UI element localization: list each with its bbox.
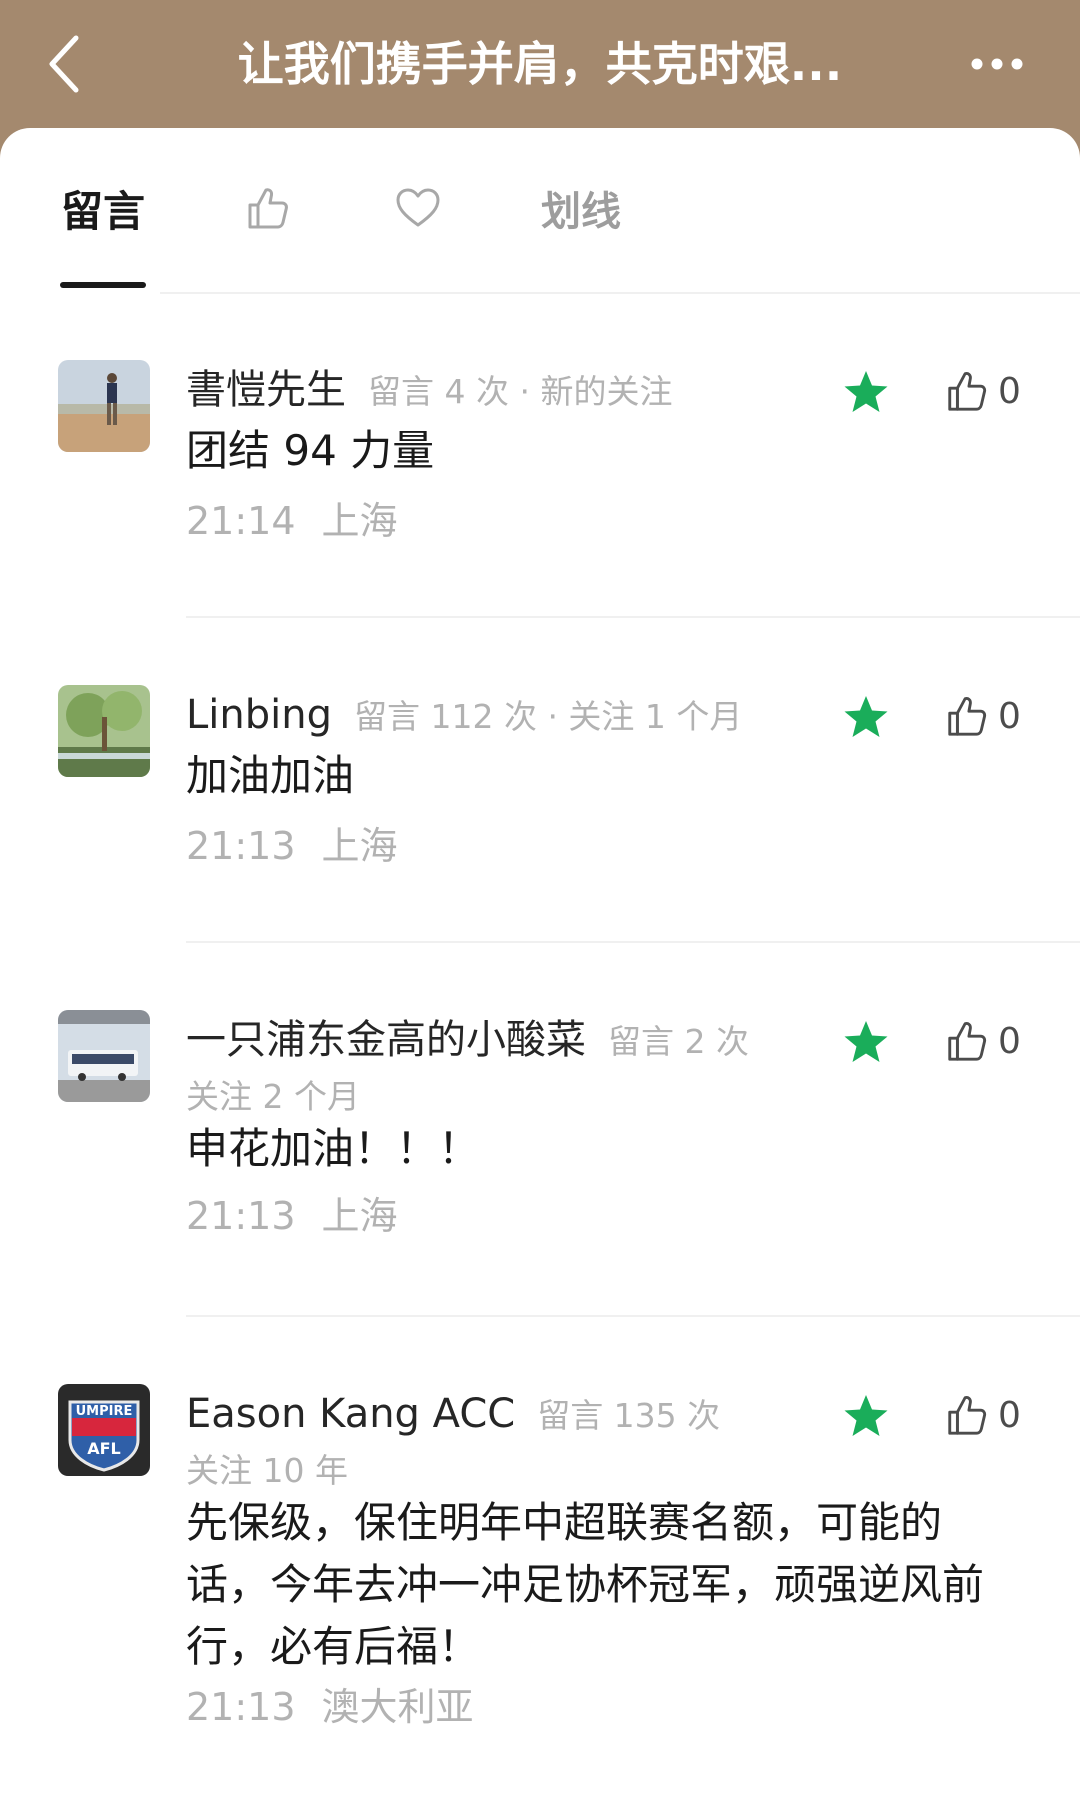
avatar[interactable]: [58, 1010, 150, 1102]
more-button[interactable]: [962, 42, 1032, 86]
divider: [186, 1315, 1080, 1317]
like-count: 0: [998, 1394, 1021, 1436]
comment-text: 申花加油！！！: [186, 1124, 481, 1173]
tab-favorites[interactable]: [386, 176, 450, 240]
avatar[interactable]: UMPIRE AFL: [58, 1384, 150, 1476]
avatar[interactable]: [58, 360, 150, 452]
like-button[interactable]: 0: [944, 1016, 1021, 1066]
active-tab-indicator: [60, 282, 146, 288]
featured-star[interactable]: [842, 693, 890, 741]
chevron-left-icon: [49, 35, 79, 93]
comment-location: 上海: [321, 1194, 398, 1238]
featured-star[interactable]: [842, 368, 890, 416]
commenter-meta: 留言 112 次 · 关注 1 个月: [354, 697, 743, 736]
comment-time: 21:13: [186, 1194, 296, 1238]
commenter-meta: 留言 135 次: [537, 1396, 721, 1435]
commenter-follow-duration: 关注 10 年: [186, 1451, 348, 1490]
like-button[interactable]: 0: [944, 1390, 1021, 1440]
heart-icon: [396, 188, 440, 227]
commenter-meta: 留言 4 次 · 新的关注: [368, 372, 673, 411]
featured-star[interactable]: [842, 1018, 890, 1066]
commenter-name[interactable]: 書愷先生: [186, 367, 346, 413]
commenter-name[interactable]: 一只浦东金高的小酸菜: [186, 1017, 586, 1063]
comment-time: 21:13: [186, 824, 296, 868]
like-count: 0: [998, 370, 1021, 412]
more-dots-icon: [971, 58, 1023, 70]
comment-location: 上海: [321, 824, 398, 868]
tab-bar: 留言 划线: [0, 128, 1080, 290]
star-icon: [844, 1021, 888, 1062]
divider: [186, 941, 1080, 943]
article-title: 让我们携手并肩，共克时艰...: [237, 37, 843, 91]
commenter-meta: 留言 2 次: [608, 1022, 749, 1061]
svg-text:AFL: AFL: [87, 1439, 121, 1458]
star-icon: [844, 371, 888, 412]
tab-highlights[interactable]: 划线: [536, 176, 626, 240]
thumbs-up-icon: [948, 1022, 987, 1061]
top-bar: 让我们携手并肩，共克时艰...: [0, 0, 1080, 128]
like-button[interactable]: 0: [944, 691, 1021, 741]
comment-text: 先保级，保住明年中超联赛名额，可能的话，今年去冲一冲足协杯冠军，顽强逆风前行，必…: [186, 1498, 985, 1671]
commenter-name[interactable]: Eason Kang ACC: [186, 1391, 515, 1437]
commenter-name[interactable]: Linbing: [186, 692, 332, 738]
comment-text: 团结 94 力量: [186, 426, 435, 475]
thumbs-up-icon: [248, 188, 288, 229]
commenter-follow-duration: 关注 2 个月: [186, 1077, 360, 1116]
tab-comments[interactable]: 留言: [58, 176, 148, 240]
thumbs-up-icon: [948, 697, 987, 736]
divider: [186, 616, 1080, 618]
avatar[interactable]: [58, 685, 150, 777]
thumbs-up-icon: [948, 372, 987, 411]
star-icon: [844, 1395, 888, 1436]
back-button[interactable]: [30, 22, 102, 106]
tab-likes[interactable]: [236, 176, 300, 240]
svg-text:UMPIRE: UMPIRE: [76, 1404, 133, 1419]
comment-time: 21:14: [186, 499, 296, 543]
like-count: 0: [998, 1020, 1021, 1062]
star-icon: [844, 696, 888, 737]
comment-location: 澳大利亚: [321, 1685, 474, 1729]
like-count: 0: [998, 695, 1021, 737]
comment-text: 加油加油: [186, 751, 355, 800]
like-button[interactable]: 0: [944, 366, 1021, 416]
comments-sheet: 留言 划线 書愷先生 留言 4 次 · 新的关注 0 团结 94 力量 21:1…: [0, 128, 1080, 1796]
featured-star[interactable]: [842, 1392, 890, 1440]
thumbs-up-icon: [948, 1396, 987, 1435]
comment-location: 上海: [321, 499, 398, 543]
tabs-divider: [160, 292, 1080, 294]
comment-time: 21:13: [186, 1685, 296, 1729]
